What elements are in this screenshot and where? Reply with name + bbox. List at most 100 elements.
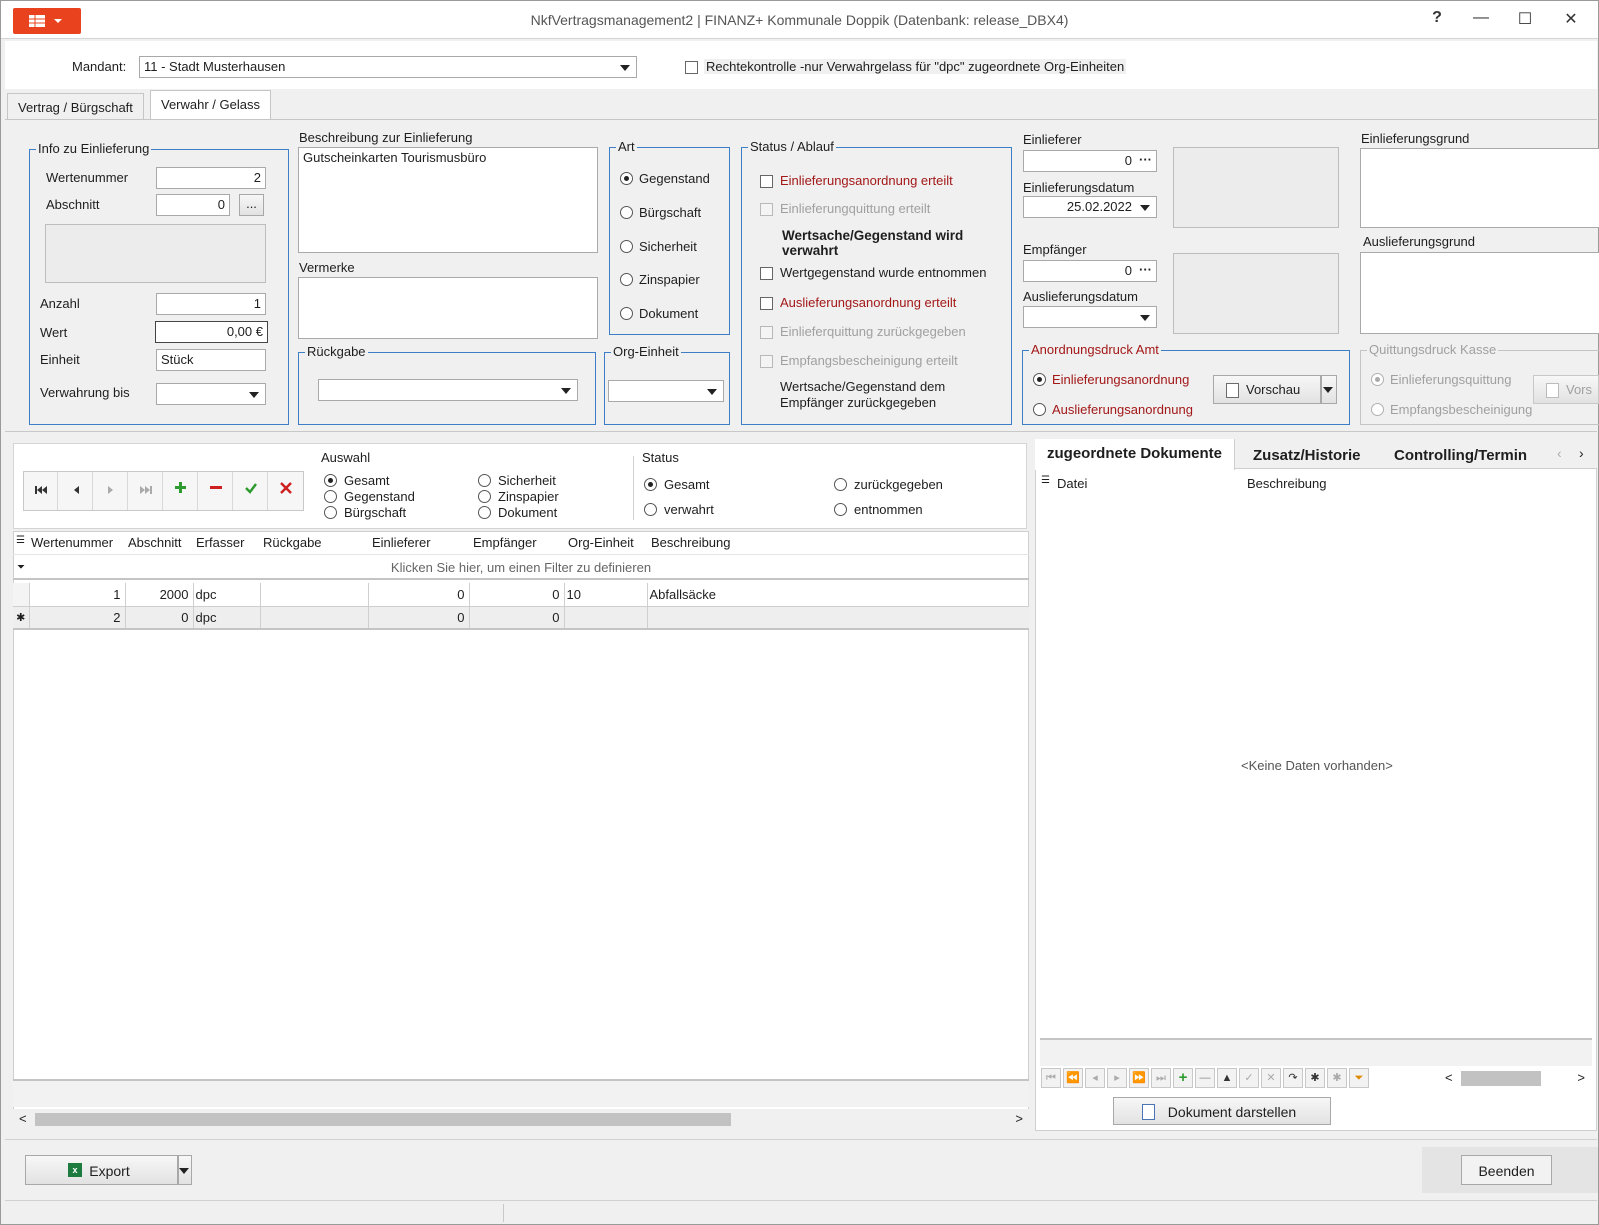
einlieferungsgrund-field[interactable] — [1360, 148, 1599, 228]
last-record-button[interactable] — [129, 472, 163, 510]
vermerke-field[interactable] — [298, 277, 598, 339]
table-row[interactable]: ✱ 2 0 dpc 0 0 — [13, 606, 1029, 629]
next-record-button[interactable] — [94, 472, 128, 510]
col-orgeinheit[interactable]: Org-Einheit — [568, 535, 634, 550]
verwahrung-select[interactable] — [156, 383, 266, 405]
auslieferungsdatum-select[interactable] — [1023, 306, 1157, 328]
auswahl-radio-sicherheit[interactable] — [478, 474, 491, 487]
anzahl-field[interactable]: 1 — [156, 293, 266, 315]
doc-last-icon[interactable]: ⏭ — [1151, 1068, 1171, 1088]
col-erfasser[interactable]: Erfasser — [196, 535, 244, 550]
tabs-left-icon[interactable]: ‹ — [1557, 445, 1562, 461]
tab-zugeordnete-dokumente[interactable]: zugeordnete Dokumente — [1035, 439, 1236, 470]
tabs-right-icon[interactable]: › — [1579, 445, 1584, 461]
einlieferquittung-zurueck-checkbox[interactable] — [760, 326, 773, 339]
doc-asterisk-icon[interactable]: ✱ — [1305, 1068, 1325, 1088]
auslieferungsgrund-field[interactable] — [1360, 252, 1599, 334]
scroll-left-icon[interactable]: < — [1445, 1070, 1453, 1085]
col-abschnitt[interactable]: Abschnitt — [128, 535, 181, 550]
quittung-radio-empfang[interactable] — [1371, 403, 1384, 416]
doc-nextpage-icon[interactable]: ⏩ — [1129, 1068, 1149, 1088]
cell-einlieferer[interactable]: 0 — [368, 606, 470, 629]
tab-verwahr-gelass[interactable]: Verwahr / Gelass — [150, 90, 271, 120]
scroll-thumb[interactable] — [1461, 1071, 1541, 1086]
col-einlieferer[interactable]: Einlieferer — [372, 535, 431, 550]
anordnung-radio-auslieferung[interactable] — [1033, 403, 1046, 416]
status-radio-zurueckgegeben[interactable] — [834, 478, 847, 491]
tab-zusatz-historie[interactable]: Zusatz/Historie — [1253, 447, 1361, 464]
cell-beschreibung[interactable]: Abfallsäcke — [647, 583, 1029, 606]
prev-record-button[interactable] — [59, 472, 93, 510]
doc-add-icon[interactable]: + — [1173, 1068, 1193, 1088]
cell-abschnitt[interactable]: 0 — [125, 606, 194, 629]
add-record-button[interactable] — [164, 472, 198, 510]
cell-rueckgabe[interactable] — [260, 583, 369, 606]
first-record-button[interactable] — [24, 472, 58, 510]
scroll-left-icon[interactable]: < — [19, 1111, 27, 1126]
export-button[interactable]: x Export — [25, 1155, 178, 1185]
col-rueckgabe[interactable]: Rückgabe — [263, 535, 322, 550]
dokument-darstellen-button[interactable]: Dokument darstellen — [1113, 1097, 1331, 1125]
column-chooser-icon[interactable]: ☰ — [16, 535, 25, 546]
status-radio-gesamt[interactable] — [644, 478, 657, 491]
filter-row[interactable]: ⏷ Klicken Sie hier, um einen Filter zu d… — [13, 556, 1029, 580]
einlieferungsanordnung-checkbox[interactable] — [760, 175, 773, 188]
col-empfaenger[interactable]: Empfänger — [473, 535, 537, 550]
anordnung-radio-einlieferung[interactable] — [1033, 373, 1046, 386]
entnommen-checkbox[interactable] — [760, 267, 773, 280]
status-radio-entnommen[interactable] — [834, 503, 847, 516]
doc-hscrollbar[interactable]: < > — [1445, 1068, 1585, 1088]
cell-rueckgabe[interactable] — [260, 606, 369, 629]
wert-field[interactable]: 0,00 € — [155, 321, 268, 343]
doc-refresh-icon[interactable]: ↷ — [1283, 1068, 1303, 1088]
beenden-button[interactable]: Beenden — [1461, 1155, 1552, 1185]
cell-beschreibung[interactable] — [647, 606, 1029, 629]
doc-first-icon[interactable]: ⏮ — [1041, 1068, 1061, 1088]
rueckgabe-select[interactable] — [318, 379, 578, 401]
cell-wertenummer[interactable]: 1 — [29, 583, 126, 606]
empfaenger-field[interactable]: 0 ··· — [1023, 260, 1157, 282]
cell-orgeinheit[interactable] — [564, 606, 648, 629]
horizontal-scrollbar[interactable]: < > — [13, 1109, 1029, 1129]
vorschau-button[interactable]: Vorschau — [1213, 375, 1321, 404]
wertenummer-field[interactable]: 2 — [156, 167, 266, 189]
status-radio-verwahrt[interactable] — [644, 503, 657, 516]
art-radio-buergschaft[interactable] — [620, 206, 633, 219]
minimize-button[interactable]: — — [1466, 9, 1496, 31]
splitter[interactable] — [5, 431, 1597, 435]
help-button[interactable]: ? — [1422, 9, 1452, 31]
auswahl-radio-gesamt[interactable] — [324, 474, 337, 487]
art-radio-zinspapier[interactable] — [620, 273, 633, 286]
table-row[interactable]: 1 2000 dpc 0 0 10 Abfallsäcke — [13, 583, 1029, 606]
tab-controlling-termin[interactable]: Controlling/Termin — [1394, 447, 1527, 464]
col-dok-beschreibung[interactable]: Beschreibung — [1247, 476, 1327, 491]
abschnitt-field[interactable]: 0 — [156, 194, 230, 216]
doc-prevpage-icon[interactable]: ⏪ — [1063, 1068, 1083, 1088]
col-wertenummer[interactable]: Wertenummer — [31, 535, 113, 550]
empfangsbescheinigung-checkbox[interactable] — [760, 355, 773, 368]
tab-vertrag-buergschaft[interactable]: Vertrag / Bürgschaft — [7, 93, 144, 119]
cell-einlieferer[interactable]: 0 — [368, 583, 470, 606]
scroll-right-icon[interactable]: > — [1577, 1070, 1585, 1085]
col-beschreibung[interactable]: Beschreibung — [651, 535, 731, 550]
scroll-thumb[interactable] — [35, 1113, 731, 1126]
auswahl-radio-gegenstand[interactable] — [324, 490, 337, 503]
doc-remove-icon[interactable]: — — [1195, 1068, 1215, 1088]
vorschau-dropdown-button[interactable] — [1321, 375, 1337, 404]
art-radio-sicherheit[interactable] — [620, 240, 633, 253]
beschreibung-field[interactable]: Gutscheinkarten Tourismusbüro — [298, 147, 598, 253]
cell-erfasser[interactable]: dpc — [193, 606, 261, 629]
cell-erfasser[interactable]: dpc — [193, 583, 261, 606]
close-button[interactable]: ✕ — [1556, 9, 1586, 31]
doc-next-icon[interactable]: ▸ — [1107, 1068, 1127, 1088]
auswahl-radio-dokument[interactable] — [478, 506, 491, 519]
doc-check-icon[interactable]: ✓ — [1239, 1068, 1259, 1088]
col-datei[interactable]: Datei — [1057, 476, 1087, 491]
orgeinheit-select[interactable] — [608, 380, 724, 402]
export-dropdown-button[interactable] — [178, 1155, 192, 1185]
einlieferer-field[interactable]: 0 ··· — [1023, 150, 1157, 172]
maximize-button[interactable]: ☐ — [1510, 9, 1540, 31]
mandant-select[interactable]: 11 - Stadt Musterhausen — [139, 56, 637, 78]
doc-cancel-icon[interactable]: ✕ — [1261, 1068, 1281, 1088]
delete-record-button[interactable] — [199, 472, 233, 510]
